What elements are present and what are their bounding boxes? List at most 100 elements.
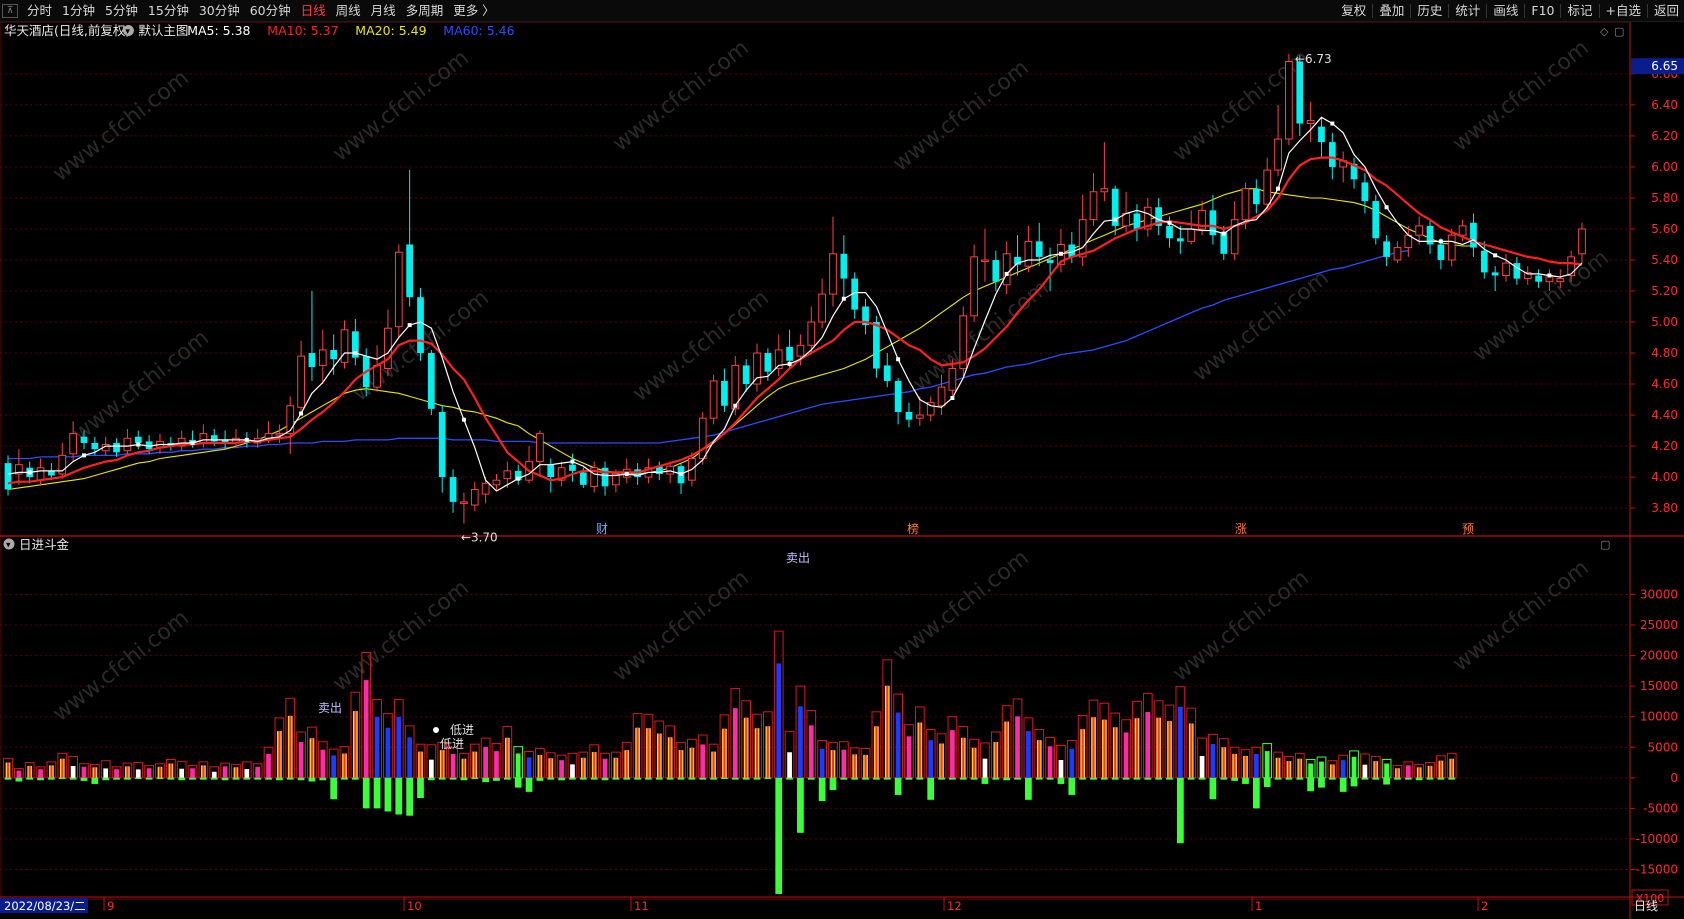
indicator-bar-negative <box>1057 777 1065 784</box>
period-tab-1[interactable]: 1分钟 <box>57 0 100 22</box>
watermark: www.cfchi.com <box>48 65 193 186</box>
period-tab-7[interactable]: 周线 <box>331 0 366 22</box>
indicator-bar-negative <box>1166 777 1173 780</box>
indicator-bar-fill <box>320 749 326 778</box>
event-marker-2[interactable]: 涨 <box>1235 521 1247 536</box>
tool-button-7[interactable]: +自选 <box>1601 0 1646 22</box>
month-label-2: 11 <box>634 899 649 913</box>
expand-icon[interactable]: ▢ <box>1614 25 1624 38</box>
indicator-bar-stripe <box>658 733 661 778</box>
tool-button-1[interactable]: 叠加 <box>1374 0 1409 22</box>
watermark: www.cfchi.com <box>888 545 1033 666</box>
indicator-bar-fill <box>1015 716 1020 778</box>
tool-button-0[interactable]: 复权 <box>1336 0 1371 22</box>
template-label: 默认主图 <box>138 23 188 38</box>
candle-body-up <box>1415 225 1424 236</box>
indicator-bar-stripe <box>506 737 509 778</box>
indicator-bar-stripe <box>1439 760 1442 778</box>
current-date-label: 2022/08/23/二 <box>4 899 86 913</box>
period-tab-2[interactable]: 5分钟 <box>100 0 143 22</box>
current-price-label: 6.65 <box>1651 59 1678 73</box>
collapse-icon[interactable]: ⊼ <box>2 4 18 18</box>
candle-body-up <box>123 437 132 452</box>
indicator-bar-negative <box>1068 777 1076 795</box>
period-tab-3[interactable]: 15分钟 <box>143 0 194 22</box>
ma5-point <box>733 403 738 408</box>
ma10-line <box>7 156 1583 485</box>
ma5-point <box>896 357 901 362</box>
candle-body-up <box>199 433 208 444</box>
candle-body-up <box>1578 228 1586 255</box>
indicator-bar-negative <box>721 777 728 780</box>
candle-body-down <box>786 346 793 361</box>
tool-button-3[interactable]: 统计 <box>1450 0 1485 22</box>
indicator-bar-negative <box>15 777 23 782</box>
period-tab-0[interactable]: 分时 <box>22 0 57 22</box>
indicator-bar-stripe <box>940 743 943 778</box>
period-tab-5[interactable]: 60分钟 <box>245 0 296 22</box>
period-tab-9[interactable]: 多周期 <box>401 0 449 22</box>
indicator-bar-stripe <box>441 750 444 778</box>
indicator-bar-stripe <box>234 767 237 778</box>
candle-body-up <box>698 417 707 459</box>
ma5-point <box>516 476 521 481</box>
indicator-bar-stripe <box>473 751 476 778</box>
period-tab-10[interactable]: 更多 〉 <box>448 0 499 22</box>
ma5-point <box>27 470 32 475</box>
candle-body-down <box>1372 201 1380 239</box>
tool-button-4[interactable]: 画线 <box>1488 0 1523 22</box>
indicator-bar-negative <box>134 777 142 780</box>
indicator-bar-negative <box>503 777 511 780</box>
watermark: www.cfchi.com <box>1468 245 1613 366</box>
event-marker-1[interactable]: 榜 <box>907 521 919 536</box>
indicator-bar-negative <box>829 777 837 791</box>
indicator-bar-negative <box>677 777 685 780</box>
indicator-bar-fill <box>255 766 261 778</box>
price-tick-label: 4.40 <box>1651 408 1678 422</box>
event-marker-3[interactable]: 预 <box>1462 522 1474 536</box>
indicator-bar-negative <box>731 777 739 780</box>
candle-body-down <box>406 244 414 298</box>
indicator-bar-negative <box>319 777 327 781</box>
candle-body-down <box>992 259 1000 282</box>
indicator-expand-icon[interactable]: ▢ <box>1600 538 1610 551</box>
candle-body-up <box>807 321 816 346</box>
candle-body-down <box>579 472 587 485</box>
period-tab-8[interactable]: 月线 <box>366 0 401 22</box>
candle-body-up <box>460 501 468 504</box>
tool-button-6[interactable]: 标记 <box>1562 0 1597 22</box>
period-toolbar: ⊼ 分时 1分钟 5分钟 15分钟 30分钟 60分钟 日线 周线 月线 多周期 更多 〉 复权 叠加… <box>0 0 1684 22</box>
event-marker-0[interactable]: 财 <box>596 522 608 536</box>
candle-body-down <box>417 297 424 354</box>
indicator-tick-label: 15000 <box>1640 679 1678 693</box>
candle-body-up <box>492 479 501 486</box>
indicator-bar-stripe <box>93 767 96 778</box>
price-tick-label: 6.20 <box>1651 129 1678 143</box>
watermark: www.cfchi.com <box>628 285 773 406</box>
tool-button-2[interactable]: 历史 <box>1412 0 1447 22</box>
candle-body-down <box>1133 213 1141 229</box>
indicator-bar-stripe <box>918 722 921 778</box>
diamond-icon[interactable]: ◇ <box>1600 25 1609 38</box>
indicator-bar-fill <box>331 755 337 778</box>
period-tab-6[interactable]: 日线 <box>296 0 331 22</box>
candle-body-up <box>981 259 989 262</box>
ma5-point <box>570 459 575 464</box>
indicator-bar-negative <box>221 777 229 781</box>
candle-body-down <box>1437 244 1445 260</box>
kline-chart[interactable]: 6.606.406.206.005.805.605.405.205.004.80… <box>0 22 1684 919</box>
indicator-bar-negative <box>1318 777 1325 788</box>
period-tab-4[interactable]: 30分钟 <box>194 0 245 22</box>
indicator-bar-stripe <box>1168 721 1171 778</box>
tool-button-5[interactable]: F10 <box>1526 0 1559 22</box>
indicator-settings-glyph: ▾ <box>6 541 11 551</box>
settings-glyph: ▾ <box>125 27 130 37</box>
candle-body-up <box>1567 256 1576 276</box>
indicator-bar-stripe <box>582 757 585 778</box>
indicator-bar-negative <box>558 777 565 781</box>
candle-body-down <box>742 365 750 385</box>
indicator-bar-stripe <box>853 754 856 778</box>
indicator-bar-fill <box>559 760 564 778</box>
indicator-bar-negative <box>1361 777 1369 780</box>
tool-button-8[interactable]: 返回 <box>1649 0 1684 22</box>
